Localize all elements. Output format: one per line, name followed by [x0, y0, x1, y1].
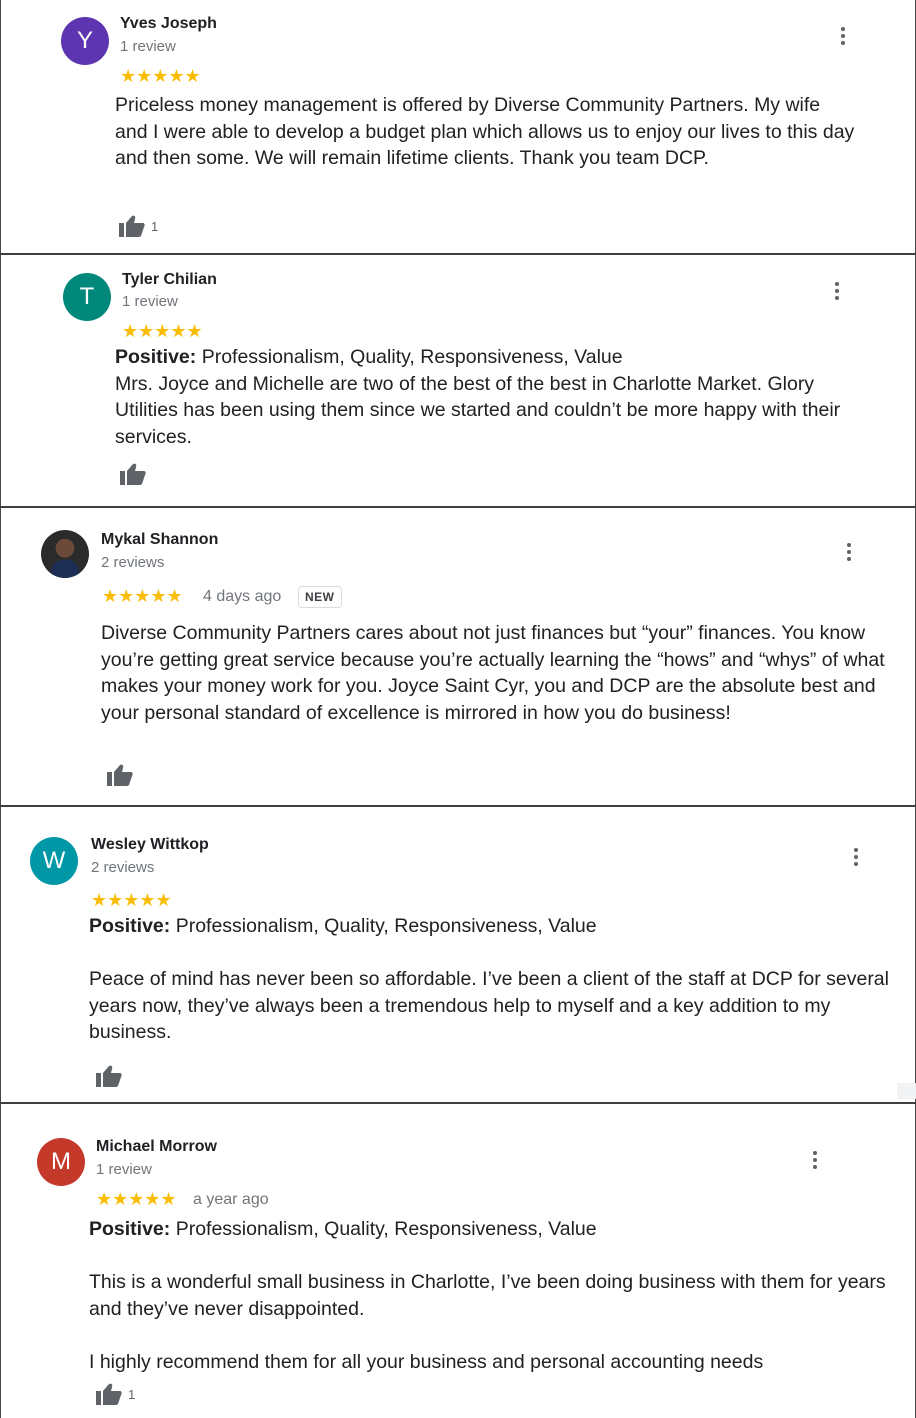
thumbs-up-icon	[96, 1065, 122, 1087]
review-text: Positive: Professionalism, Quality, Resp…	[89, 1218, 886, 1373]
star-rating-icon: ★★★★★	[96, 1189, 177, 1209]
review-card: T Tyler Chilian 1 review ★★★★★ Positive:…	[0, 255, 916, 506]
like-button[interactable]	[96, 1065, 122, 1087]
more-vert-icon[interactable]	[839, 540, 859, 564]
positive-list: Professionalism, Quality, Responsiveness…	[175, 1218, 597, 1240]
like-button[interactable]: 1	[119, 215, 158, 237]
like-button[interactable]: 1	[96, 1383, 135, 1405]
positive-list: Professionalism, Quality, Responsiveness…	[175, 915, 597, 937]
review-count[interactable]: 1 review	[122, 293, 178, 310]
positive-label: Positive:	[115, 346, 197, 368]
review-card: Y Yves Joseph 1 review ★★★★★ Priceless m…	[0, 0, 916, 253]
thumbs-up-icon	[107, 764, 133, 786]
positive-label: Positive:	[89, 915, 171, 937]
reviewer-name[interactable]: Michael Morrow	[96, 1138, 217, 1156]
star-rating-icon: ★★★★★	[91, 890, 172, 910]
reviewer-name[interactable]: Wesley Wittkop	[91, 836, 209, 854]
reviewer-name[interactable]: Tyler Chilian	[122, 271, 217, 289]
like-button[interactable]	[107, 764, 133, 786]
review-count[interactable]: 1 review	[120, 38, 176, 55]
review-count[interactable]: 2 reviews	[91, 859, 154, 876]
reviewer-name[interactable]: Mykal Shannon	[101, 531, 218, 549]
star-rating-icon: ★★★★★	[120, 66, 201, 86]
more-vert-icon[interactable]	[827, 279, 847, 303]
thumbs-up-icon	[120, 463, 146, 485]
avatar[interactable]	[41, 530, 89, 578]
review-date: 4 days ago	[203, 588, 282, 605]
thumbs-up-icon	[96, 1383, 122, 1405]
review-text: Positive: Professionalism, Quality, Resp…	[115, 346, 841, 448]
review-date: a year ago	[193, 1191, 269, 1208]
like-count: 1	[128, 1386, 136, 1402]
star-rating-icon: ★★★★★	[102, 586, 183, 606]
positive-list: Professionalism, Quality, Responsiveness…	[201, 346, 623, 368]
review-card: M Michael Morrow 1 review ★★★★★ a year a…	[0, 1104, 916, 1418]
review-count[interactable]: 2 reviews	[101, 554, 164, 571]
avatar[interactable]: T	[63, 273, 111, 321]
like-button[interactable]	[120, 463, 146, 485]
review-text: Diverse Community Partners cares about n…	[101, 622, 885, 724]
thumbs-up-icon	[119, 215, 145, 237]
review-count[interactable]: 1 review	[96, 1161, 152, 1178]
review-card: W Wesley Wittkop 2 reviews ★★★★★ Positiv…	[0, 807, 916, 1102]
more-vert-icon[interactable]	[833, 24, 853, 48]
more-vert-icon[interactable]	[846, 845, 866, 869]
scroll-edge	[897, 1083, 916, 1099]
avatar[interactable]: M	[37, 1138, 85, 1186]
star-rating-icon: ★★★★★	[122, 321, 203, 341]
review-text: Priceless money management is offered by…	[115, 94, 855, 169]
new-badge: NEW	[298, 586, 342, 608]
review-text: Positive: Professionalism, Quality, Resp…	[89, 915, 889, 1043]
positive-label: Positive:	[89, 1218, 171, 1240]
like-count: 1	[151, 218, 159, 234]
review-card: Mykal Shannon 2 reviews ★★★★★ 4 days ago…	[0, 508, 916, 805]
reviewer-name[interactable]: Yves Joseph	[120, 15, 217, 33]
avatar[interactable]: W	[30, 837, 78, 885]
avatar[interactable]: Y	[61, 17, 109, 65]
more-vert-icon[interactable]	[805, 1148, 825, 1172]
